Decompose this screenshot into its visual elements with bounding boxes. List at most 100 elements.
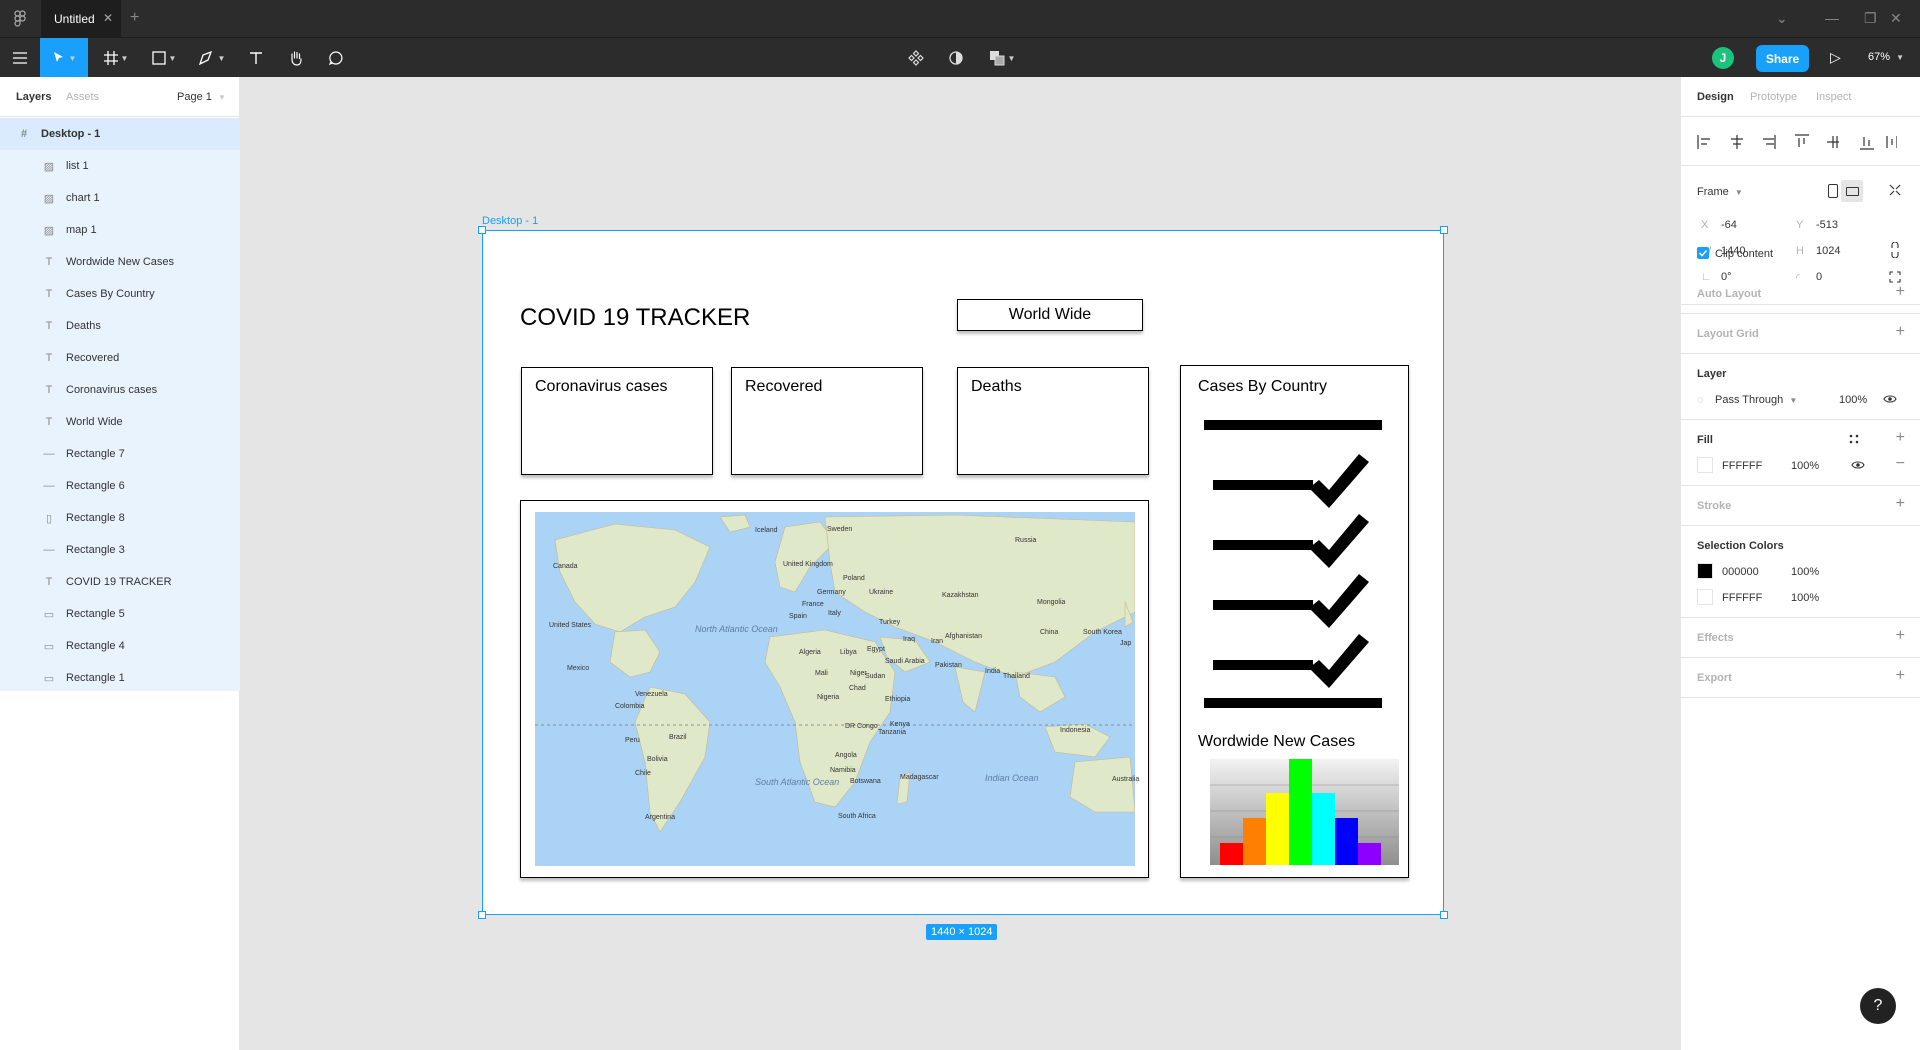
add-fill-icon[interactable]: +	[1896, 429, 1905, 447]
layer-row[interactable]: — Rectangle 6	[0, 470, 240, 502]
restore-icon[interactable]: ❐	[1864, 10, 1877, 27]
fill-visibility-eye-icon[interactable]	[1851, 460, 1865, 470]
resize-handle-top-left[interactable]	[478, 226, 486, 234]
landscape-icon	[1846, 187, 1859, 196]
tab-design[interactable]: Design	[1697, 91, 1734, 103]
fill-hex-input[interactable]: FFFFFF	[1722, 460, 1762, 472]
tab-assets[interactable]: Assets	[66, 91, 99, 103]
add-export-icon[interactable]: +	[1896, 667, 1905, 685]
left-panel-tabs: Layers Assets Page 1 ▼	[0, 77, 239, 117]
text-icon: T	[45, 416, 53, 428]
component-icon[interactable]	[902, 38, 930, 78]
fill-swatch[interactable]	[1697, 457, 1713, 473]
mask-icon[interactable]	[942, 38, 970, 78]
layer-row[interactable]: ▭ Rectangle 5	[0, 598, 240, 630]
map-label: South Africa	[838, 813, 876, 820]
portrait-icon[interactable]	[1828, 184, 1838, 198]
layer-row[interactable]: ▨ list 1	[0, 150, 240, 182]
layer-row[interactable]: T Deaths	[0, 310, 240, 342]
alignment-icons[interactable]	[1697, 134, 1897, 150]
main-menu-icon[interactable]	[6, 38, 34, 78]
tab-layers[interactable]: Layers	[16, 91, 51, 103]
layer-row[interactable]: T COVID 19 TRACKER	[0, 566, 240, 598]
layer-row[interactable]: ▭ Rectangle 4	[0, 630, 240, 662]
selection-color-hex[interactable]: FFFFFF	[1722, 592, 1762, 604]
constrain-proportions-icon[interactable]	[1891, 242, 1899, 258]
map-container[interactable]: Iceland Sweden Russia Canada United Kingdom P…	[520, 500, 1149, 878]
layer-row[interactable]: — Rectangle 7	[0, 438, 240, 470]
layer-row[interactable]: ▨ map 1	[0, 214, 240, 246]
layer-row[interactable]: T Wordwide New Cases	[0, 246, 240, 278]
hand-tool-icon[interactable]	[282, 38, 310, 78]
layer-row[interactable]: ▭ Rectangle 1	[0, 662, 240, 694]
add-stroke-icon[interactable]: +	[1896, 495, 1905, 513]
help-button[interactable]: ?	[1860, 988, 1896, 1024]
zoom-dropdown[interactable]: 67% ▼	[1868, 51, 1904, 63]
tab-inspect[interactable]: Inspect	[1816, 91, 1851, 103]
layer-row[interactable]: — Rectangle 3	[0, 534, 240, 566]
eye-icon[interactable]	[1883, 394, 1897, 404]
map-label: India	[985, 668, 1001, 675]
move-tool-button[interactable]: ▼	[40, 38, 88, 78]
remove-fill-icon[interactable]: −	[1896, 455, 1905, 473]
layer-row[interactable]: ▨ chart 1	[0, 182, 240, 214]
pen-tool-button[interactable]: ▼	[194, 38, 230, 78]
frame-label[interactable]: Desktop - 1	[482, 215, 538, 227]
resize-handle-bottom-left[interactable]	[478, 911, 486, 919]
map-label: Kenya	[890, 721, 910, 728]
add-auto-layout-icon[interactable]: +	[1896, 283, 1905, 301]
layer-row[interactable]: T Recovered	[0, 342, 240, 374]
layer-row[interactable]: T World Wide	[0, 406, 240, 438]
coronavirus-cases-card[interactable]: Coronavirus cases	[521, 367, 713, 475]
resize-handle-bottom-right[interactable]	[1440, 911, 1448, 919]
add-layout-grid-icon[interactable]: +	[1896, 323, 1905, 341]
map-label: Sweden	[827, 526, 853, 533]
x-input[interactable]: -64	[1721, 219, 1737, 231]
tab-title[interactable]: Untitled	[54, 12, 95, 26]
layer-row[interactable]: T Cases By Country	[0, 278, 240, 310]
new-tab-icon[interactable]: +	[130, 9, 139, 27]
deaths-card[interactable]: Deaths	[957, 367, 1149, 475]
frame-type-dropdown[interactable]: Frame ▼	[1697, 186, 1743, 198]
tab-close-icon[interactable]: ✕	[103, 11, 113, 25]
y-input[interactable]: -513	[1816, 219, 1838, 231]
add-effect-icon[interactable]: +	[1896, 627, 1905, 645]
height-input[interactable]: 1024	[1816, 245, 1840, 257]
clip-content-label: Clip content	[1715, 248, 1774, 260]
present-play-icon[interactable]: ▷	[1830, 49, 1841, 66]
minimize-icon[interactable]: —	[1825, 10, 1839, 26]
share-button[interactable]: Share	[1756, 45, 1809, 72]
style-grid-icon[interactable]	[1849, 434, 1859, 444]
comment-tool-icon[interactable]	[322, 38, 350, 78]
clip-content-checkbox[interactable]	[1697, 247, 1709, 259]
selection-color-opacity[interactable]: 100%	[1791, 592, 1819, 604]
selection-color-opacity[interactable]: 100%	[1791, 566, 1819, 578]
design-title[interactable]: COVID 19 TRACKER	[520, 304, 750, 332]
page-selector[interactable]: Page 1 ▼	[177, 91, 226, 103]
layer-row[interactable]: T Coronavirus cases	[0, 374, 240, 406]
text-tool-icon[interactable]	[242, 38, 270, 78]
shape-tool-button[interactable]: ▼	[146, 38, 182, 78]
vertical-line-icon: ▯	[45, 512, 53, 525]
cases-by-country-panel[interactable]: Cases By Country Wordwide New Cases	[1180, 365, 1409, 878]
selection-color-swatch-white[interactable]	[1697, 589, 1713, 605]
world-wide-box[interactable]: World Wide	[957, 299, 1143, 331]
user-avatar[interactable]: J	[1712, 47, 1734, 69]
frame-tool-button[interactable]: ▼	[98, 38, 134, 78]
layer-row[interactable]: # Desktop - 1	[0, 118, 240, 150]
layer-opacity-input[interactable]: 100%	[1839, 394, 1867, 406]
chart-bar	[1220, 843, 1243, 865]
chevron-down-icon[interactable]: ⌄	[1776, 10, 1788, 27]
fill-opacity-input[interactable]: 100%	[1791, 460, 1819, 472]
resize-handle-top-right[interactable]	[1440, 226, 1448, 234]
selection-color-swatch-black[interactable]	[1697, 563, 1713, 579]
recovered-card[interactable]: Recovered	[731, 367, 923, 475]
blend-mode-dropdown[interactable]: Pass Through ▼	[1715, 394, 1797, 406]
window-close-icon[interactable]: ✕	[1890, 10, 1902, 27]
figma-logo-icon[interactable]	[12, 10, 28, 28]
boolean-operations-icon[interactable]: ▼	[982, 38, 1022, 78]
fit-content-icon[interactable]	[1889, 184, 1901, 196]
tab-prototype[interactable]: Prototype	[1750, 91, 1797, 103]
selection-color-hex[interactable]: 000000	[1722, 566, 1759, 578]
layer-row[interactable]: ▯ Rectangle 8	[0, 502, 240, 534]
